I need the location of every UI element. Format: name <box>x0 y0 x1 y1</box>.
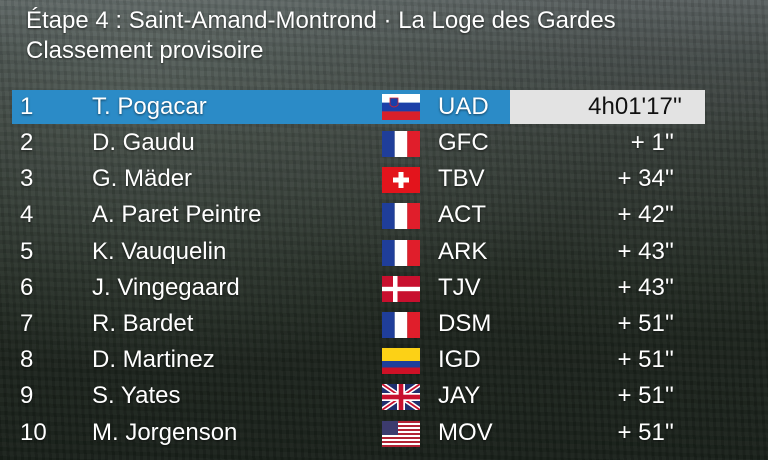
team-code: GFC <box>438 129 489 156</box>
team-code: MOV <box>438 418 493 446</box>
rider-name: T. Pogacar <box>92 93 207 120</box>
time-gap: + 43'' <box>617 237 674 265</box>
france-flag-icon <box>382 131 420 157</box>
france-flag-icon <box>382 203 420 230</box>
standings-row: 2 D. Gaudu GFC + 1'' <box>12 126 768 162</box>
standings-row: 6 J. Vingegaard TJV + 43'' <box>12 271 768 307</box>
classification-subtitle: Classement provisoire <box>26 37 264 64</box>
standings-row: 4 A. Paret Peintre ACT + 42'' <box>12 198 768 234</box>
rider-name: J. Vingegaard <box>92 273 240 301</box>
header: Étape 4 : Saint-Amand-Montrond · La Loge… <box>26 6 616 66</box>
rider-name: D. Martinez <box>92 346 215 374</box>
time-gap: + 34'' <box>617 165 674 193</box>
rider-name: M. Jorgenson <box>92 418 238 446</box>
time-gap: + 42'' <box>617 201 674 229</box>
colombia-flag-icon <box>382 348 420 375</box>
time-gap: + 43'' <box>617 273 674 301</box>
rank: 6 <box>20 273 34 301</box>
standings-row: 5 K. Vauquelin ARK + 43'' <box>12 235 768 271</box>
team-code: UAD <box>438 93 489 120</box>
team-code: TBV <box>438 165 485 193</box>
rank: 2 <box>20 129 34 156</box>
rank: 4 <box>20 201 34 229</box>
standings-row: 3 G. Mäder TBV + 34'' <box>12 162 768 198</box>
time-gap: 4h01'17'' <box>588 93 682 120</box>
standings-table: 1 T. Pogacar UAD 4h01'17'' 2 D. Gaudu GF… <box>12 90 768 452</box>
time-gap: + 51'' <box>617 382 674 410</box>
team-code: IGD <box>438 346 481 374</box>
denmark-flag-icon <box>382 275 420 302</box>
rider-name: K. Vauquelin <box>92 237 227 265</box>
team-code: JAY <box>438 382 481 410</box>
rider-name: A. Paret Peintre <box>92 201 262 229</box>
rank: 9 <box>20 382 34 410</box>
stage-title: Étape 4 : Saint-Amand-Montrond · La Loge… <box>26 7 616 34</box>
rank: 1 <box>20 93 34 120</box>
rider-name: G. Mäder <box>92 165 193 193</box>
leader-highlight <box>12 90 510 124</box>
uk-flag-icon <box>382 384 420 411</box>
time-gap: + 51'' <box>617 309 674 337</box>
standings-row: 8 D. Martinez IGD + 51'' <box>12 343 768 379</box>
usa-flag-icon <box>382 420 420 447</box>
france-flag-icon <box>382 311 420 338</box>
rank: 3 <box>20 165 34 193</box>
rank: 10 <box>20 418 47 446</box>
time-gap: + 51'' <box>617 418 674 446</box>
rider-name: D. Gaudu <box>92 129 195 156</box>
team-code: ACT <box>438 201 486 229</box>
rank: 7 <box>20 309 34 337</box>
team-code: TJV <box>438 273 481 301</box>
rank: 8 <box>20 346 34 374</box>
team-code: DSM <box>438 309 492 337</box>
standings-row: 7 R. Bardet DSM + 51'' <box>12 307 768 343</box>
slovenia-flag-icon <box>382 94 420 120</box>
standings-row: 9 S. Yates JAY + 51'' <box>12 379 768 415</box>
rank: 5 <box>20 237 34 265</box>
rider-name: R. Bardet <box>92 309 194 337</box>
time-gap: + 1'' <box>630 129 674 156</box>
rider-name: S. Yates <box>92 382 181 410</box>
team-code: ARK <box>438 237 488 265</box>
standings-row: 10 M. Jorgenson MOV + 51'' <box>12 416 768 452</box>
switzerland-flag-icon <box>382 167 420 194</box>
france-flag-icon <box>382 239 420 266</box>
time-gap: + 51'' <box>617 346 674 374</box>
standings-row: 1 T. Pogacar UAD 4h01'17'' <box>12 90 768 124</box>
